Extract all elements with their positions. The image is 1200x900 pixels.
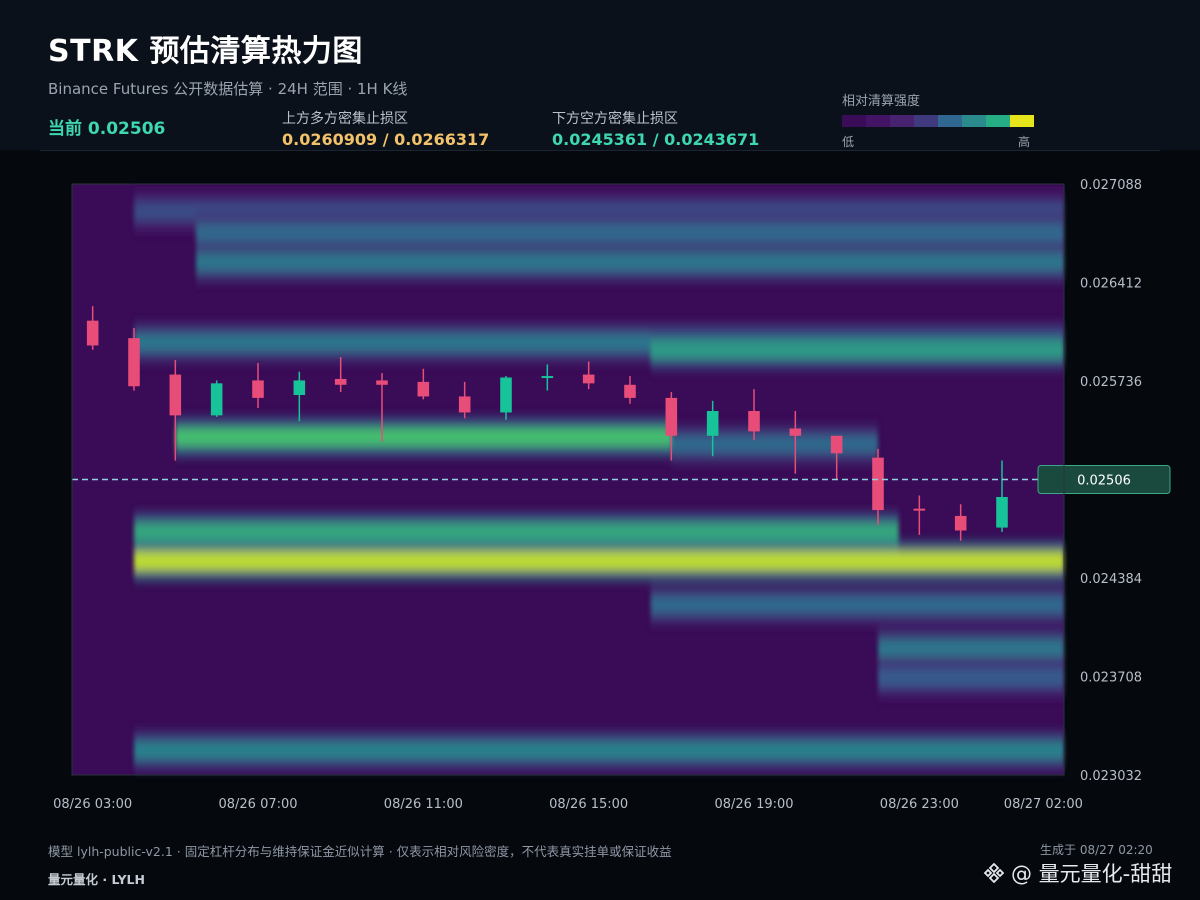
heat-band — [650, 339, 1064, 360]
watermark: @ 量元量化-甜甜 — [983, 858, 1172, 888]
y-tick-label: 0.025736 — [1080, 375, 1142, 390]
heat-band — [671, 434, 878, 455]
footer-brand: 量元量化 · LYLH — [48, 872, 145, 887]
x-axis: 08/26 03:00 08/26 07:00 08/26 11:00 08/26 1… — [53, 797, 1083, 812]
candle-body — [706, 411, 719, 436]
liquidation-heatmap-chart: 0.02506 0.027088 0.026412 0.025736 0.024384… — [53, 178, 1171, 812]
y-tick-label: 0.023708 — [1080, 671, 1142, 686]
candle-body — [210, 383, 223, 416]
y-tick-label: 0.024384 — [1080, 572, 1142, 587]
candle-body — [665, 397, 678, 436]
candle-body — [252, 380, 264, 398]
y-tick-label: 0.026412 — [1080, 277, 1142, 292]
candle-body — [128, 338, 140, 387]
binance-logo-icon — [983, 862, 1005, 884]
candle-body — [169, 374, 182, 416]
generated-time: 生成于 08/27 02:20 — [1040, 843, 1153, 857]
candle-body — [500, 377, 512, 413]
heat-band — [878, 638, 1064, 659]
watermark-text: @ 量元量化-甜甜 — [1011, 862, 1173, 886]
footer-disclaimer: 模型 lylh-public-v2.1 · 固定杠杆分布与维持保证金近似计算 ·… — [48, 844, 672, 859]
candle-body — [996, 496, 1008, 528]
x-tick-label: 08/26 11:00 — [384, 797, 463, 812]
current-price-tag: 0.02506 — [1037, 465, 1171, 494]
candle-body — [541, 376, 554, 379]
heat-band — [134, 740, 1064, 761]
x-tick-label: 08/26 07:00 — [218, 797, 297, 812]
heat-band — [878, 667, 1064, 688]
heat-band — [196, 223, 1064, 244]
y-tick-label: 0.023032 — [1080, 769, 1142, 784]
candle-body — [748, 411, 760, 432]
x-tick-label: 08/27 02:00 — [1004, 797, 1083, 812]
candle-body — [458, 396, 471, 413]
candle-body — [624, 384, 636, 398]
x-tick-label: 08/26 03:00 — [53, 797, 132, 812]
candle-body — [582, 374, 595, 384]
candle-body — [954, 515, 967, 531]
heat-band — [134, 551, 1064, 572]
x-tick-label: 08/26 19:00 — [714, 797, 793, 812]
candle-body — [334, 378, 347, 385]
current-price-tag-value: 0.02506 — [1077, 474, 1131, 489]
candle-body — [789, 428, 802, 436]
heat-band — [196, 252, 1064, 273]
candle-body — [86, 320, 99, 346]
candle-body — [872, 457, 884, 511]
candle-body — [293, 380, 306, 395]
heat-band — [175, 427, 672, 448]
candle-body — [830, 435, 843, 454]
x-tick-label: 08/26 15:00 — [549, 797, 628, 812]
heat-band — [650, 594, 1064, 615]
candle-body — [417, 381, 430, 397]
candle-body — [376, 380, 388, 385]
candle-body — [913, 508, 926, 511]
heat-band — [134, 521, 899, 542]
x-tick-label: 08/26 23:00 — [880, 797, 959, 812]
y-tick-label: 0.027088 — [1080, 178, 1142, 193]
